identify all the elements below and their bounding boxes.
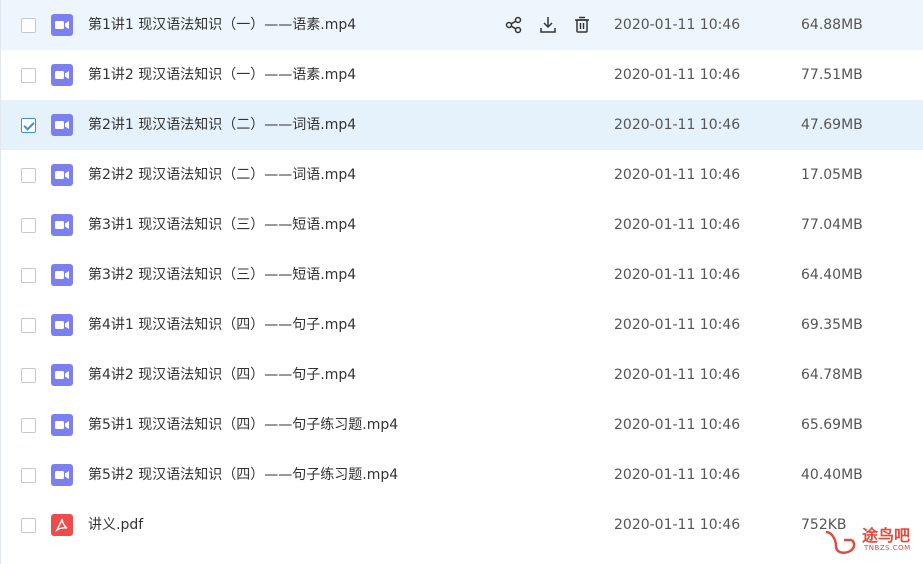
file-date: 2020-01-11 10:46 bbox=[614, 167, 741, 183]
file-name[interactable]: 第3讲2 现汉语法知识（三）——短语.mp4 bbox=[88, 250, 356, 300]
file-name[interactable]: 第5讲2 现汉语法知识（四）——句子练习题.mp4 bbox=[88, 450, 398, 500]
file-date: 2020-01-11 10:46 bbox=[614, 217, 741, 233]
video-file-icon bbox=[51, 314, 73, 336]
file-date: 2020-01-11 10:46 bbox=[614, 267, 741, 283]
watermark: 途鸟吧 TNBZS.COM bbox=[818, 520, 918, 562]
file-size: 17.05MB bbox=[801, 167, 863, 183]
video-file-icon bbox=[51, 64, 73, 86]
row-checkbox[interactable] bbox=[21, 468, 36, 483]
video-file-icon bbox=[51, 414, 73, 436]
video-file-icon bbox=[51, 264, 73, 286]
row-checkbox[interactable] bbox=[21, 18, 36, 33]
watermark-subtext: TNBZS.COM bbox=[864, 544, 911, 552]
file-date: 2020-01-11 10:46 bbox=[614, 517, 741, 533]
delete-icon[interactable] bbox=[572, 15, 592, 35]
file-row[interactable]: 第3讲2 现汉语法知识（三）——短语.mp4 2020-01-11 10:46 … bbox=[1, 250, 923, 300]
row-checkbox[interactable] bbox=[21, 418, 36, 433]
share-icon[interactable] bbox=[504, 15, 524, 35]
file-name[interactable]: 第5讲1 现汉语法知识（四）——句子练习题.mp4 bbox=[88, 400, 398, 450]
video-file-icon bbox=[51, 114, 73, 136]
file-name[interactable]: 第4讲1 现汉语法知识（四）——句子.mp4 bbox=[88, 300, 356, 350]
file-name[interactable]: 第2讲1 现汉语法知识（二）——词语.mp4 bbox=[88, 100, 356, 150]
file-row[interactable]: 第4讲2 现汉语法知识（四）——句子.mp4 2020-01-11 10:46 … bbox=[1, 350, 923, 400]
file-name[interactable]: 讲义.pdf bbox=[88, 500, 143, 550]
row-checkbox[interactable] bbox=[21, 268, 36, 283]
file-size: 65.69MB bbox=[801, 417, 863, 433]
file-row[interactable]: 第2讲1 现汉语法知识（二）——词语.mp4 2020-01-11 10:46 … bbox=[1, 100, 923, 150]
file-name[interactable]: 第1讲2 现汉语法知识（一）——语素.mp4 bbox=[88, 50, 356, 100]
file-row[interactable]: 第5讲1 现汉语法知识（四）——句子练习题.mp4 2020-01-11 10:… bbox=[1, 400, 923, 450]
video-file-icon bbox=[51, 464, 73, 486]
file-size: 47.69MB bbox=[801, 117, 863, 133]
file-size: 77.51MB bbox=[801, 67, 863, 83]
file-row[interactable]: 第4讲1 现汉语法知识（四）——句子.mp4 2020-01-11 10:46 … bbox=[1, 300, 923, 350]
row-checkbox[interactable] bbox=[21, 368, 36, 383]
file-name[interactable]: 第4讲2 现汉语法知识（四）——句子.mp4 bbox=[88, 350, 356, 400]
row-checkbox[interactable] bbox=[21, 68, 36, 83]
file-date: 2020-01-11 10:46 bbox=[614, 317, 741, 333]
row-checkbox[interactable] bbox=[21, 218, 36, 233]
video-file-icon bbox=[51, 214, 73, 236]
file-size: 64.78MB bbox=[801, 367, 863, 383]
video-file-icon bbox=[51, 364, 73, 386]
file-row[interactable]: 讲义.pdf 2020-01-11 10:46 752KB bbox=[1, 500, 923, 550]
video-file-icon bbox=[51, 14, 73, 36]
row-checkbox[interactable] bbox=[21, 168, 36, 183]
file-size: 40.40MB bbox=[801, 467, 863, 483]
file-size: 77.04MB bbox=[801, 217, 863, 233]
file-name[interactable]: 第2讲2 现汉语法知识（二）——词语.mp4 bbox=[88, 150, 356, 200]
file-size: 69.35MB bbox=[801, 317, 863, 333]
file-date: 2020-01-11 10:46 bbox=[614, 367, 741, 383]
row-actions bbox=[504, 15, 592, 35]
file-date: 2020-01-11 10:46 bbox=[614, 117, 741, 133]
file-date: 2020-01-11 10:46 bbox=[614, 417, 741, 433]
file-size: 64.40MB bbox=[801, 267, 863, 283]
file-list: 第1讲1 现汉语法知识（一）——语素.mp4 2020-01-11 10:46 … bbox=[0, 0, 923, 564]
file-row[interactable]: 第1讲2 现汉语法知识（一）——语素.mp4 2020-01-11 10:46 … bbox=[1, 50, 923, 100]
file-row[interactable]: 第3讲1 现汉语法知识（三）——短语.mp4 2020-01-11 10:46 … bbox=[1, 200, 923, 250]
video-file-icon bbox=[51, 164, 73, 186]
row-checkbox[interactable] bbox=[21, 518, 36, 533]
file-row[interactable]: 第5讲2 现汉语法知识（四）——句子练习题.mp4 2020-01-11 10:… bbox=[1, 450, 923, 500]
file-size: 64.88MB bbox=[801, 17, 863, 33]
file-date: 2020-01-11 10:46 bbox=[614, 467, 741, 483]
file-date: 2020-01-11 10:46 bbox=[614, 17, 741, 33]
file-name[interactable]: 第3讲1 现汉语法知识（三）——短语.mp4 bbox=[88, 200, 356, 250]
row-checkbox[interactable] bbox=[21, 318, 36, 333]
bird-logo-icon bbox=[822, 526, 862, 562]
watermark-text: 途鸟吧 bbox=[862, 526, 911, 545]
file-name[interactable]: 第1讲1 现汉语法知识（一）——语素.mp4 bbox=[88, 0, 356, 50]
row-checkbox[interactable] bbox=[21, 118, 36, 133]
file-date: 2020-01-11 10:46 bbox=[614, 67, 741, 83]
download-icon[interactable] bbox=[538, 15, 558, 35]
pdf-file-icon bbox=[51, 514, 73, 536]
file-row[interactable]: 第2讲2 现汉语法知识（二）——词语.mp4 2020-01-11 10:46 … bbox=[1, 150, 923, 200]
file-row[interactable]: 第1讲1 现汉语法知识（一）——语素.mp4 2020-01-11 10:46 … bbox=[1, 0, 923, 50]
